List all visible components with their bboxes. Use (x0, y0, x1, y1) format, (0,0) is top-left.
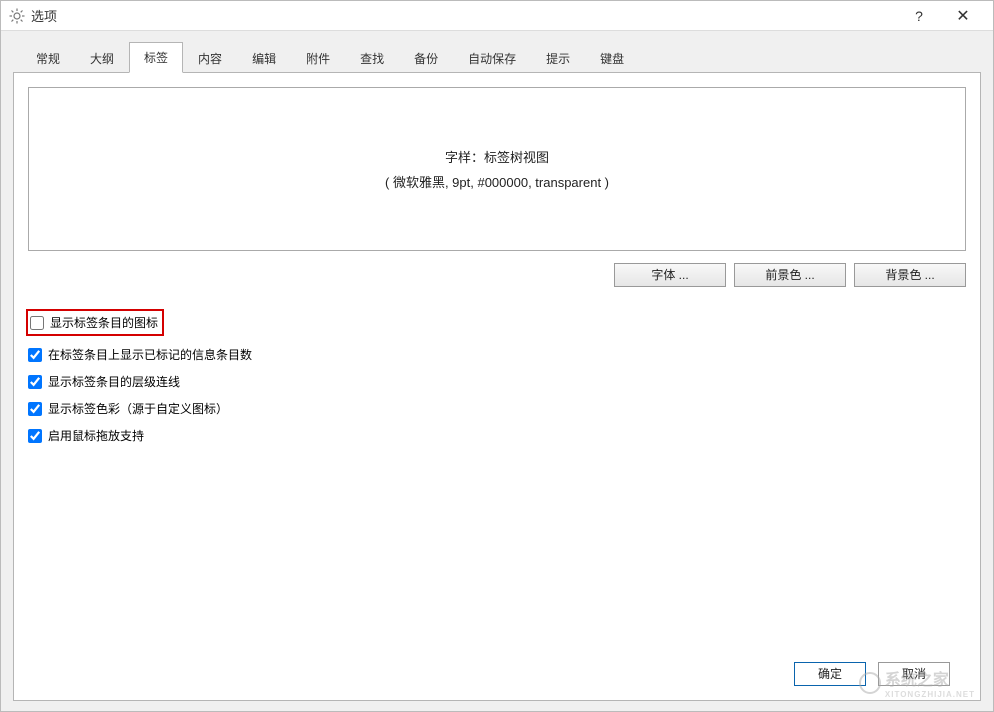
check-show-tag-colors[interactable]: 显示标签色彩（源于自定义图标） (28, 400, 966, 417)
check-label: 显示标签条目的图标 (50, 314, 158, 331)
tab-keyboard[interactable]: 键盘 (585, 43, 639, 73)
background-button[interactable]: 背景色 ... (854, 263, 966, 287)
close-button[interactable]: ✕ (941, 1, 985, 31)
gear-icon (9, 8, 25, 24)
tab-panel-tags: 字样：标签树视图 ( 微软雅黑, 9pt, #000000, transpare… (13, 73, 981, 701)
tab-tips[interactable]: 提示 (531, 43, 585, 73)
tab-autosave[interactable]: 自动保存 (453, 43, 531, 73)
tab-tags[interactable]: 标签 (129, 42, 183, 73)
foreground-button[interactable]: 前景色 ... (734, 263, 846, 287)
tab-attachment[interactable]: 附件 (291, 43, 345, 73)
check-label: 在标签条目上显示已标记的信息条目数 (48, 346, 252, 363)
check-label: 显示标签条目的层级连线 (48, 373, 180, 390)
cancel-button[interactable]: 取消 (878, 662, 950, 686)
content-area: 常规 大纲 标签 内容 编辑 附件 查找 备份 自动保存 提示 键盘 字样：标签… (1, 31, 993, 711)
window-title: 选项 (31, 6, 57, 25)
checkbox-enable-dragdrop[interactable] (28, 429, 42, 443)
check-show-marked-count[interactable]: 在标签条目上显示已标记的信息条目数 (28, 346, 966, 363)
check-label: 启用鼠标拖放支持 (48, 427, 144, 444)
ok-button[interactable]: 确定 (794, 662, 866, 686)
tab-backup[interactable]: 备份 (399, 43, 453, 73)
font-button-row: 字体 ... 前景色 ... 背景色 ... (28, 263, 966, 287)
tab-content[interactable]: 内容 (183, 43, 237, 73)
checkbox-show-tag-icons[interactable] (30, 316, 44, 330)
check-enable-dragdrop[interactable]: 启用鼠标拖放支持 (28, 427, 966, 444)
tab-general[interactable]: 常规 (21, 43, 75, 73)
check-show-tag-icons[interactable]: 显示标签条目的图标 (26, 309, 164, 336)
tab-edit[interactable]: 编辑 (237, 43, 291, 73)
checkbox-show-tag-colors[interactable] (28, 402, 42, 416)
check-show-hierarchy-lines[interactable]: 显示标签条目的层级连线 (28, 373, 966, 390)
preview-line1: 字样：标签树视图 (445, 147, 549, 166)
checkbox-group: 显示标签条目的图标 在标签条目上显示已标记的信息条目数 显示标签条目的层级连线 … (28, 309, 966, 444)
preview-line2: ( 微软雅黑, 9pt, #000000, transparent ) (385, 172, 609, 191)
tab-find[interactable]: 查找 (345, 43, 399, 73)
help-button[interactable]: ? (897, 1, 941, 31)
font-button[interactable]: 字体 ... (614, 263, 726, 287)
check-label: 显示标签色彩（源于自定义图标） (48, 400, 228, 417)
checkbox-show-marked-count[interactable] (28, 348, 42, 362)
tab-outline[interactable]: 大纲 (75, 43, 129, 73)
footer-buttons: 确定 取消 (794, 662, 950, 686)
tab-strip: 常规 大纲 标签 内容 编辑 附件 查找 备份 自动保存 提示 键盘 (13, 41, 981, 73)
font-preview-box: 字样：标签树视图 ( 微软雅黑, 9pt, #000000, transpare… (28, 87, 966, 251)
options-dialog: 选项 ? ✕ 常规 大纲 标签 内容 编辑 附件 查找 备份 自动保存 提示 键… (0, 0, 994, 712)
checkbox-show-hierarchy-lines[interactable] (28, 375, 42, 389)
titlebar: 选项 ? ✕ (1, 1, 993, 31)
